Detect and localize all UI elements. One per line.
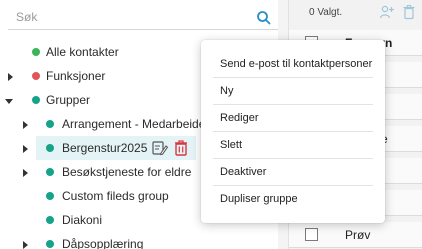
group-context-menu: Send e-post til kontaktpersoner Ny Redig… bbox=[201, 40, 385, 223]
tree-item-label: Arrangement - Medarbeidere bbox=[62, 117, 217, 131]
menu-item-label: Deaktiver bbox=[220, 166, 267, 178]
selected-count: 0 Valgt. bbox=[309, 7, 343, 18]
menu-item-label: Send e-post til kontaktpersoner bbox=[220, 58, 373, 70]
table-toolbar: 0 Valgt. bbox=[289, 0, 422, 26]
status-dot bbox=[32, 48, 40, 56]
tree-item-label: Alle kontakter bbox=[46, 45, 119, 59]
table-row[interactable]: Prøv bbox=[289, 222, 422, 248]
caret-right-icon[interactable] bbox=[20, 239, 30, 249]
search-input[interactable] bbox=[16, 8, 236, 26]
caret-right-icon[interactable] bbox=[20, 143, 30, 153]
status-dot bbox=[46, 168, 54, 176]
menu-item-label: Slett bbox=[220, 139, 243, 151]
status-dot bbox=[46, 240, 54, 248]
caret-right-icon[interactable] bbox=[20, 167, 30, 177]
table-cell: Prøv bbox=[345, 228, 371, 242]
search-icon[interactable] bbox=[254, 8, 274, 28]
caret-right-icon[interactable] bbox=[5, 71, 15, 81]
menu-item-rediger[interactable]: Rediger bbox=[211, 104, 375, 130]
menu-item-label: Ny bbox=[220, 85, 234, 97]
status-dot bbox=[46, 192, 54, 200]
tree-item-label: Grupper bbox=[46, 93, 91, 107]
trash-icon[interactable] bbox=[401, 4, 417, 20]
menu-item-send-email[interactable]: Send e-post til kontaktpersoner bbox=[211, 50, 375, 76]
status-dot bbox=[32, 72, 40, 80]
add-contact-icon[interactable] bbox=[379, 4, 395, 20]
menu-item-label: Rediger bbox=[220, 112, 259, 124]
caret-down-icon[interactable] bbox=[4, 95, 14, 105]
status-dot bbox=[46, 216, 54, 224]
tree-item-label: Dåpsopplæring bbox=[62, 237, 144, 249]
caret-right-icon[interactable] bbox=[20, 119, 30, 129]
status-dot bbox=[46, 120, 54, 128]
trash-icon[interactable] bbox=[172, 139, 190, 157]
menu-item-slett[interactable]: Slett bbox=[211, 131, 375, 157]
search-box bbox=[8, 4, 278, 30]
menu-item-label: Dupliser gruppe bbox=[220, 193, 298, 205]
menu-item-ny[interactable]: Ny bbox=[211, 77, 375, 103]
status-dot bbox=[32, 96, 40, 104]
tree-item-label: Custom fileds group bbox=[62, 189, 169, 203]
edit-icon[interactable] bbox=[151, 139, 169, 157]
tree-item-label: Funksjoner bbox=[46, 69, 106, 83]
menu-item-dupliser-gruppe[interactable]: Dupliser gruppe bbox=[211, 185, 375, 211]
row-checkbox[interactable] bbox=[305, 228, 318, 241]
tree-item-label: Besøkstjeneste for eldre bbox=[62, 165, 192, 179]
tree-item-label: Diakoni bbox=[62, 213, 103, 227]
menu-item-deaktiver[interactable]: Deaktiver bbox=[211, 158, 375, 184]
tree-item-label: Bergenstur2025 bbox=[62, 141, 148, 155]
status-dot bbox=[46, 144, 54, 152]
tree-item-dapsopplaering[interactable]: Dåpsopplæring bbox=[0, 232, 288, 249]
